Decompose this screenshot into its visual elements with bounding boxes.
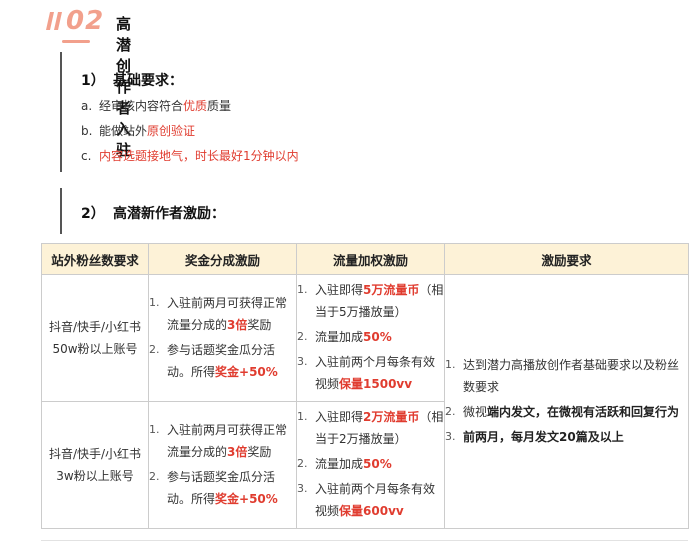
bottom-divider [41,540,688,541]
list-item: 1. 入驻前两月可获得正常流量分成的3倍奖励 [149,295,288,332]
follower-tier-cell: 抖音/快手/小红书 3w粉以上账号 [41,401,149,529]
requirement-highlight: 优质 [183,99,208,113]
requirement-b: b. 能做站外原创验证 [81,122,195,139]
list-item: 2. 参与话题奖金瓜分活动。所得奖金+50% [149,342,278,379]
incentive-table: 站外粉丝数要求 奖金分成激励 流量加权激励 激励要求 抖音/快手/小红书 50w… [41,243,689,529]
requirement-text: 经审核内容符合 [99,99,184,113]
list-item: 1. 入驻前两月可获得正常流量分成的3倍奖励 [149,422,288,459]
section-number-underline [62,40,90,43]
list-marker: a. [81,99,93,113]
requirement-a: a. 经审核内容符合优质质量 [81,97,231,114]
incentive-requirements-cell: 1. 达到潜力高播放创作者基础要求以及粉丝数要求 2. 微视端内发文，在微视有活跃和… [444,274,689,529]
traffic-cell: 1. 入驻即得5万流量币（相当于5万播放量） 2. 流量加成50% 3. 入驻前两个月… [296,274,445,402]
incentive-heading: 2） 高潜新作者激励： [81,203,225,223]
left-rule-2 [60,188,62,234]
column-header: 流量加权激励 [296,243,445,275]
requirement-text-tail: 质量 [207,99,232,113]
column-header: 站外粉丝数要求 [41,243,149,275]
list-item: 2. 流量加成50% [297,457,392,471]
heading-number: 1） [81,73,105,89]
follower-tier-cell: 抖音/快手/小红书 50w粉以上账号 [41,274,149,402]
list-item: 3. 入驻前两个月每条有效视频保量600vv [297,482,436,518]
section-number: 02 [66,6,105,36]
double-slash-icon [46,12,62,30]
list-marker: c. [81,149,92,163]
list-item: 1. 入驻即得5万流量币（相当于5万播放量） [297,283,444,319]
column-header: 奖金分成激励 [148,243,297,275]
column-header: 激励要求 [444,243,689,275]
requirement-highlight: 内容选题接地气，时长最好1分钟以内 [99,149,299,163]
list-item: 2. 微视端内发文，在微视有活跃和回复行为 [445,404,680,419]
requirement-highlight: 原创验证 [147,124,196,138]
list-item: 3. 入驻前两个月每条有效视频保量1500vv [297,355,436,391]
list-item: 3. 前两月，每月发文20篇及以上 [445,429,624,444]
traffic-cell: 1. 入驻即得2万流量币（相当于2万播放量） 2. 流量加成50% 3. 入驻前两个月… [296,401,445,529]
table-row: 抖音/快手/小红书 50w粉以上账号 1. 入驻前两月可获得正常流量分成的3倍奖励… [41,274,689,529]
list-item: 2. 参与话题奖金瓜分活动。所得奖金+50% [149,469,278,506]
requirement-text: 能做站外 [99,124,148,138]
heading-text: 基础要求： [113,73,183,89]
heading-number: 2） [81,206,105,222]
basic-requirements-heading: 1） 基础要求： [81,70,183,90]
heading-text: 高潜新作者激励： [113,206,225,222]
list-item: 2. 流量加成50% [297,330,392,344]
requirement-c: c. 内容选题接地气，时长最好1分钟以内 [81,147,299,164]
list-item: 1. 达到潜力高播放创作者基础要求以及粉丝数要求 [445,357,680,394]
bonus-cell: 1. 入驻前两月可获得正常流量分成的3倍奖励 2. 参与话题奖金瓜分活动。所得奖金+… [148,401,297,529]
list-item: 1. 入驻即得2万流量币（相当于2万播放量） [297,410,444,446]
list-marker: b. [81,124,93,138]
left-rule-1 [60,52,62,172]
table-header-row: 站外粉丝数要求 奖金分成激励 流量加权激励 激励要求 [41,243,689,275]
bonus-cell: 1. 入驻前两月可获得正常流量分成的3倍奖励 2. 参与话题奖金瓜分活动。所得奖金+… [148,274,297,402]
